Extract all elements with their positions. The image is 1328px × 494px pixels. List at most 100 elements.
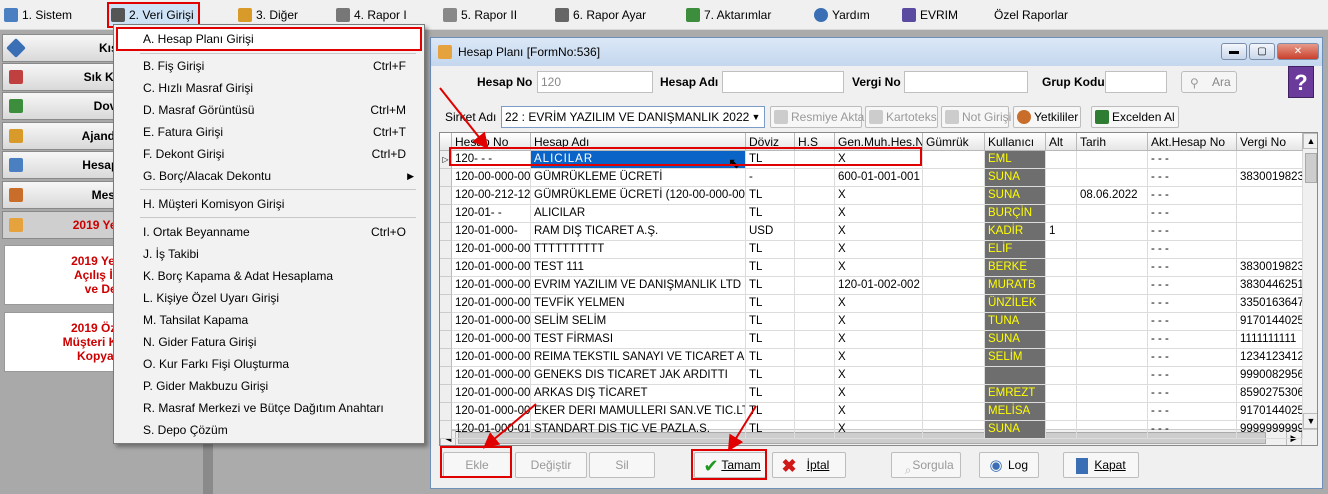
scroll-down-icon[interactable]: ▼ — [1303, 413, 1317, 429]
table-cell[interactable] — [1077, 349, 1148, 367]
table-cell[interactable] — [1046, 385, 1077, 403]
table-cell[interactable]: - - - — [1148, 205, 1237, 223]
table-cell[interactable]: X — [835, 331, 923, 349]
table-cell[interactable] — [1046, 349, 1077, 367]
table-cell[interactable]: 120-01-000-006 — [452, 349, 531, 367]
vertical-scrollbar[interactable]: ▲ ▼ — [1302, 133, 1317, 429]
column-header[interactable]: Gümrük — [923, 133, 985, 151]
table-cell[interactable] — [795, 295, 835, 313]
table-cell[interactable] — [923, 403, 985, 421]
table-cell[interactable] — [1077, 295, 1148, 313]
table-row[interactable]: ▷ 120- - - ALICILAR TL X EML - - - — [440, 151, 1303, 169]
table-cell[interactable]: TEST FİRMASI — [531, 331, 746, 349]
table-cell[interactable]: - - - — [1148, 331, 1237, 349]
table-cell[interactable]: MELİSA — [985, 403, 1046, 421]
table-cell[interactable]: 120-01-000-007 — [452, 367, 531, 385]
menu-aktarimlar[interactable]: 7. Aktarımlar — [684, 4, 771, 26]
table-cell[interactable]: 120-01-000-003 — [452, 295, 531, 313]
table-cell[interactable]: - - - — [1148, 169, 1237, 187]
table-row[interactable]: 120-01-000-000 TTTTTTTTTT TL X ELİF - - - — [440, 241, 1303, 259]
table-cell[interactable] — [795, 277, 835, 295]
table-cell[interactable]: TL — [746, 349, 795, 367]
table-cell[interactable] — [795, 223, 835, 241]
grup-kodu-input[interactable] — [1105, 71, 1167, 93]
table-cell[interactable]: TL — [746, 295, 795, 313]
table-cell[interactable]: 3830019823 — [1237, 169, 1303, 187]
table-cell[interactable]: 120-01-000-005 — [452, 331, 531, 349]
minimize-button[interactable]: ▬ — [1221, 43, 1247, 60]
table-cell[interactable] — [923, 151, 985, 169]
table-cell[interactable]: EKER DERI MAMULLERI SAN.VE TIC.LTD — [531, 403, 746, 421]
table-cell[interactable]: TL — [746, 313, 795, 331]
table-cell[interactable]: 120-00-212-121 — [452, 187, 531, 205]
dropdown-item[interactable]: L. Kişiye Özel Uyarı Girişi — [118, 288, 420, 308]
table-cell[interactable]: TL — [746, 403, 795, 421]
table-row[interactable]: 120-01-000-002 EVRIM YAZILIM VE DANIŞMANL… — [440, 277, 1303, 295]
table-row[interactable]: 120-01-000- RAM DIŞ TICARET A.Ş. USD X KADİR… — [440, 223, 1303, 241]
table-cell[interactable]: EVRIM YAZILIM VE DANIŞMANLIK LTD ŞTİ — [531, 277, 746, 295]
table-cell[interactable]: GÜMRÜKLEME ÜCRETİ (120-00-000-001) — [531, 187, 746, 205]
table-cell[interactable]: 120-01-000-001 — [452, 259, 531, 277]
table-cell[interactable]: 08.06.2022 — [1077, 187, 1148, 205]
table-cell[interactable]: X — [835, 223, 923, 241]
table-cell[interactable]: X — [835, 295, 923, 313]
table-cell[interactable] — [795, 205, 835, 223]
table-row[interactable]: 120-00-212-121 GÜMRÜKLEME ÜCRETİ (120-00-… — [440, 187, 1303, 205]
table-cell[interactable] — [1077, 313, 1148, 331]
table-cell[interactable] — [1077, 367, 1148, 385]
table-cell[interactable] — [1237, 223, 1303, 241]
sil-button[interactable]: Sil — [589, 452, 655, 478]
table-cell[interactable]: BERKE — [985, 259, 1046, 277]
tamam-button[interactable]: ✔ Tamam — [694, 452, 766, 478]
table-cell[interactable]: TL — [746, 151, 795, 169]
table-cell[interactable] — [1046, 259, 1077, 277]
dropdown-item[interactable]: H. Müşteri Komisyon Girişi — [118, 194, 420, 214]
table-cell[interactable]: X — [835, 403, 923, 421]
table-cell[interactable]: - - - — [1148, 223, 1237, 241]
table-cell[interactable] — [985, 367, 1046, 385]
table-cell[interactable]: ELİF — [985, 241, 1046, 259]
table-cell[interactable]: - - - — [1148, 259, 1237, 277]
ekle-button[interactable]: Ekle — [443, 452, 511, 478]
table-cell[interactable]: - - - — [1148, 277, 1237, 295]
table-cell[interactable] — [1046, 205, 1077, 223]
table-cell[interactable]: SUNA — [985, 169, 1046, 187]
table-cell[interactable]: - - - — [1148, 367, 1237, 385]
table-cell[interactable]: SUNA — [985, 331, 1046, 349]
table-cell[interactable] — [1046, 169, 1077, 187]
table-cell[interactable] — [1077, 205, 1148, 223]
table-cell[interactable] — [1237, 151, 1303, 169]
table-cell[interactable] — [1046, 151, 1077, 169]
resmiye-aktar-button[interactable]: Resmiye Aktar — [770, 106, 868, 128]
hesap-adi-input[interactable] — [722, 71, 844, 93]
table-row[interactable]: 120-01-000-007 GENEKS DIS TICARET JAK ARD… — [440, 367, 1303, 385]
table-cell[interactable]: 9999999999 — [1237, 421, 1303, 439]
table-cell[interactable] — [1077, 151, 1148, 169]
menu-sistem[interactable]: 1. Sistem — [2, 4, 72, 26]
table-cell[interactable]: GÜMRÜKLEME ÜCRETİ — [531, 169, 746, 187]
table-cell[interactable]: 8590275306 — [1237, 385, 1303, 403]
table-cell[interactable]: EMREZT — [985, 385, 1046, 403]
ara-button[interactable]: ⚲ Ara — [1181, 71, 1237, 93]
log-button[interactable]: ◉ Log — [979, 452, 1039, 478]
dropdown-item[interactable]: G. Borç/Alacak Dekontu ▶ — [118, 166, 420, 186]
table-cell[interactable]: - - - — [1148, 403, 1237, 421]
degistir-button[interactable]: Değiştir — [515, 452, 587, 478]
table-cell[interactable]: 120-00-000-001 — [452, 169, 531, 187]
column-header[interactable]: Hesap Adı — [531, 133, 746, 151]
table-cell[interactable]: X — [835, 367, 923, 385]
table-cell[interactable]: 1234123412 — [1237, 349, 1303, 367]
menu-diger[interactable]: 3. Diğer — [236, 4, 298, 26]
dropdown-item[interactable]: J. İş Takibi — [118, 244, 420, 264]
table-cell[interactable]: 120-01-002-002 — [835, 277, 923, 295]
table-cell[interactable]: KADİR — [985, 223, 1046, 241]
table-cell[interactable]: - - - — [1148, 385, 1237, 403]
table-cell[interactable] — [923, 313, 985, 331]
table-cell[interactable]: X — [835, 187, 923, 205]
dropdown-item[interactable]: A. Hesap Planı Girişi — [116, 27, 422, 51]
table-cell[interactable] — [1046, 403, 1077, 421]
dropdown-item[interactable]: E. Fatura Girişi Ctrl+T — [118, 122, 420, 142]
column-header[interactable]: Vergi No — [1237, 133, 1303, 151]
column-header[interactable]: Hesap No — [452, 133, 531, 151]
table-cell[interactable]: SELİM — [985, 349, 1046, 367]
